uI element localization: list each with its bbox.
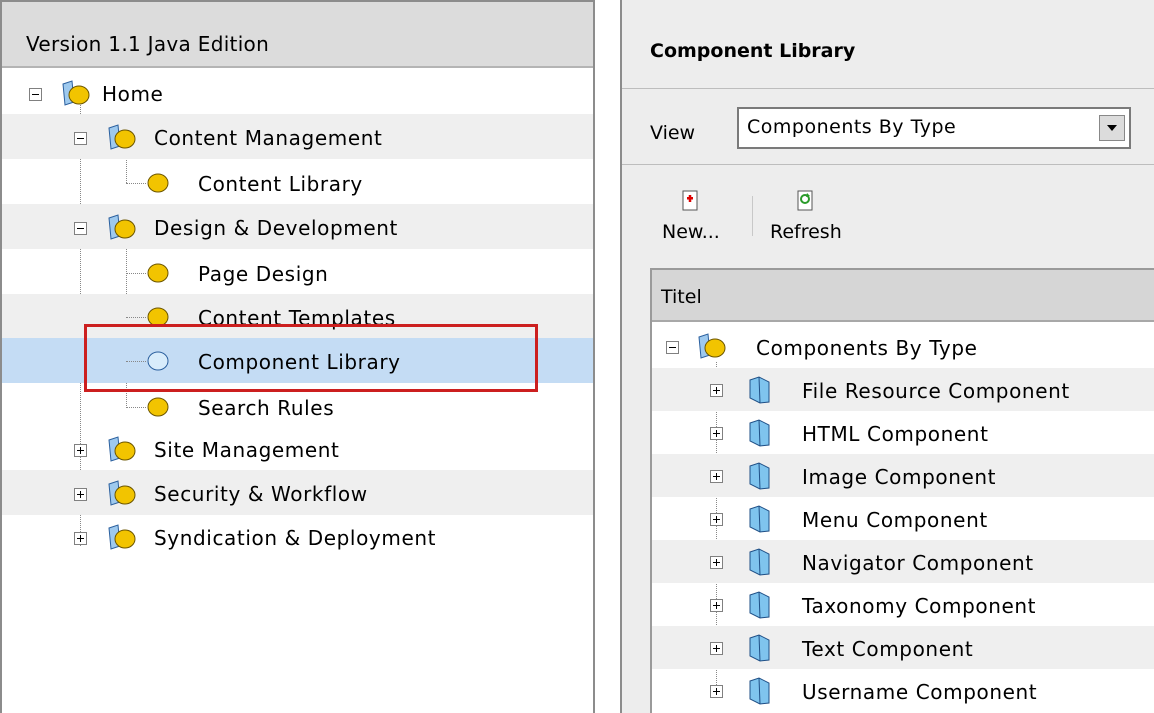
folder-icon bbox=[108, 214, 136, 240]
divider bbox=[622, 164, 1154, 165]
collapse-icon[interactable] bbox=[74, 222, 87, 235]
tree-item-label: Home bbox=[102, 82, 164, 106]
refresh-button[interactable]: Refresh bbox=[770, 190, 842, 243]
expand-icon[interactable] bbox=[710, 642, 723, 655]
grid-list-item[interactable]: Menu Component bbox=[652, 497, 1154, 540]
tree-item-home[interactable]: Home bbox=[2, 70, 593, 115]
tree-item-security-workflow[interactable]: Security & Workflow bbox=[2, 470, 593, 515]
expand-icon[interactable] bbox=[710, 427, 723, 440]
component-library-panel: Component Library View Components By Typ… bbox=[620, 0, 1154, 713]
expand-icon[interactable] bbox=[710, 384, 723, 397]
collapse-icon[interactable] bbox=[666, 341, 679, 354]
expand-icon[interactable] bbox=[710, 513, 723, 526]
tree-item-syndication-deployment[interactable]: Syndication & Deployment bbox=[2, 514, 593, 559]
node-icon bbox=[147, 263, 169, 283]
folder-icon bbox=[108, 480, 136, 506]
expand-icon[interactable] bbox=[710, 685, 723, 698]
component-icon bbox=[749, 505, 770, 533]
component-icon bbox=[749, 634, 770, 662]
highlight-box bbox=[84, 324, 538, 392]
expand-icon[interactable] bbox=[710, 599, 723, 612]
tree-item-label: Design & Development bbox=[154, 216, 399, 240]
grid-item-label: HTML Component bbox=[802, 422, 989, 446]
view-select[interactable]: Components By Type bbox=[737, 107, 1131, 149]
folder-icon bbox=[62, 80, 90, 106]
tree-item-content-library[interactable]: Content Library bbox=[2, 160, 593, 205]
grid-item-label: Image Component bbox=[802, 465, 997, 489]
collapse-icon[interactable] bbox=[74, 132, 87, 145]
grid-list-item[interactable]: File Resource Component bbox=[652, 368, 1154, 411]
grid-item-label: File Resource Component bbox=[802, 379, 1070, 403]
view-select-value: Components By Type bbox=[747, 116, 957, 138]
expand-icon[interactable] bbox=[74, 444, 87, 457]
component-tree-grid: Titel Components By Type File Resource C… bbox=[650, 268, 1154, 713]
grid-item-label: Navigator Component bbox=[802, 551, 1034, 575]
chevron-down-icon[interactable] bbox=[1099, 115, 1125, 141]
grid-list-item[interactable]: Username Component bbox=[652, 669, 1154, 712]
grid-item-label: Menu Component bbox=[802, 508, 988, 532]
panel-title: Component Library bbox=[650, 40, 856, 62]
new-document-icon bbox=[682, 190, 698, 211]
grid-item-label: Taxonomy Component bbox=[802, 594, 1037, 618]
tree-item-page-design[interactable]: Page Design bbox=[2, 250, 593, 295]
node-icon bbox=[147, 397, 169, 417]
component-icon bbox=[749, 376, 770, 404]
tree-item-label: Syndication & Deployment bbox=[154, 526, 437, 550]
tree-item-content-management[interactable]: Content Management bbox=[2, 114, 593, 159]
grid-item-label: Components By Type bbox=[756, 336, 978, 360]
component-icon bbox=[749, 462, 770, 490]
folder-icon bbox=[108, 524, 136, 550]
grid-list-item[interactable]: Taxonomy Component bbox=[652, 583, 1154, 626]
expand-icon[interactable] bbox=[710, 556, 723, 569]
tree-item-site-management[interactable]: Site Management bbox=[2, 426, 593, 471]
grid-list-item[interactable]: Navigator Component bbox=[652, 540, 1154, 583]
tree-item-label: Site Management bbox=[154, 438, 340, 462]
divider bbox=[622, 88, 1154, 89]
tree-item-label: Content Library bbox=[198, 172, 363, 196]
node-icon bbox=[147, 173, 169, 193]
grid-item-label: Username Component bbox=[802, 680, 1038, 704]
refresh-button-label: Refresh bbox=[770, 221, 842, 243]
grid-item-label: Text Component bbox=[802, 637, 974, 661]
folder-icon bbox=[698, 333, 726, 359]
tree-item-label: Content Management bbox=[154, 126, 383, 150]
expand-icon[interactable] bbox=[74, 532, 87, 545]
toolbar-separator bbox=[752, 196, 753, 236]
component-icon bbox=[749, 548, 770, 576]
component-icon bbox=[749, 419, 770, 447]
column-header[interactable]: Titel bbox=[652, 270, 1154, 322]
new-button[interactable]: New... bbox=[662, 190, 720, 243]
tree-item-label: Search Rules bbox=[198, 396, 335, 420]
grid-root-item[interactable]: Components By Type bbox=[652, 325, 1154, 368]
folder-icon bbox=[108, 124, 136, 150]
expand-icon[interactable] bbox=[74, 488, 87, 501]
version-header: Version 1.1 Java Edition bbox=[2, 2, 593, 68]
tree-item-design-development[interactable]: Design & Development bbox=[2, 204, 593, 249]
component-icon bbox=[749, 591, 770, 619]
tree-item-label: Page Design bbox=[198, 262, 329, 286]
new-button-label: New... bbox=[662, 221, 720, 243]
expand-icon[interactable] bbox=[710, 470, 723, 483]
version-label: Version 1.1 Java Edition bbox=[26, 32, 270, 56]
refresh-icon bbox=[797, 190, 813, 211]
grid-list-item[interactable]: HTML Component bbox=[652, 411, 1154, 454]
folder-icon bbox=[108, 436, 136, 462]
tree-item-label: Security & Workflow bbox=[154, 482, 368, 506]
component-icon bbox=[749, 677, 770, 705]
grid-list-item[interactable]: Text Component bbox=[652, 626, 1154, 669]
grid-list-item[interactable]: Image Component bbox=[652, 454, 1154, 497]
collapse-icon[interactable] bbox=[29, 88, 42, 101]
column-header-label: Titel bbox=[661, 286, 702, 308]
navigation-tree-panel: Version 1.1 Java Edition Home Content Ma… bbox=[0, 0, 595, 713]
view-label: View bbox=[650, 122, 696, 144]
